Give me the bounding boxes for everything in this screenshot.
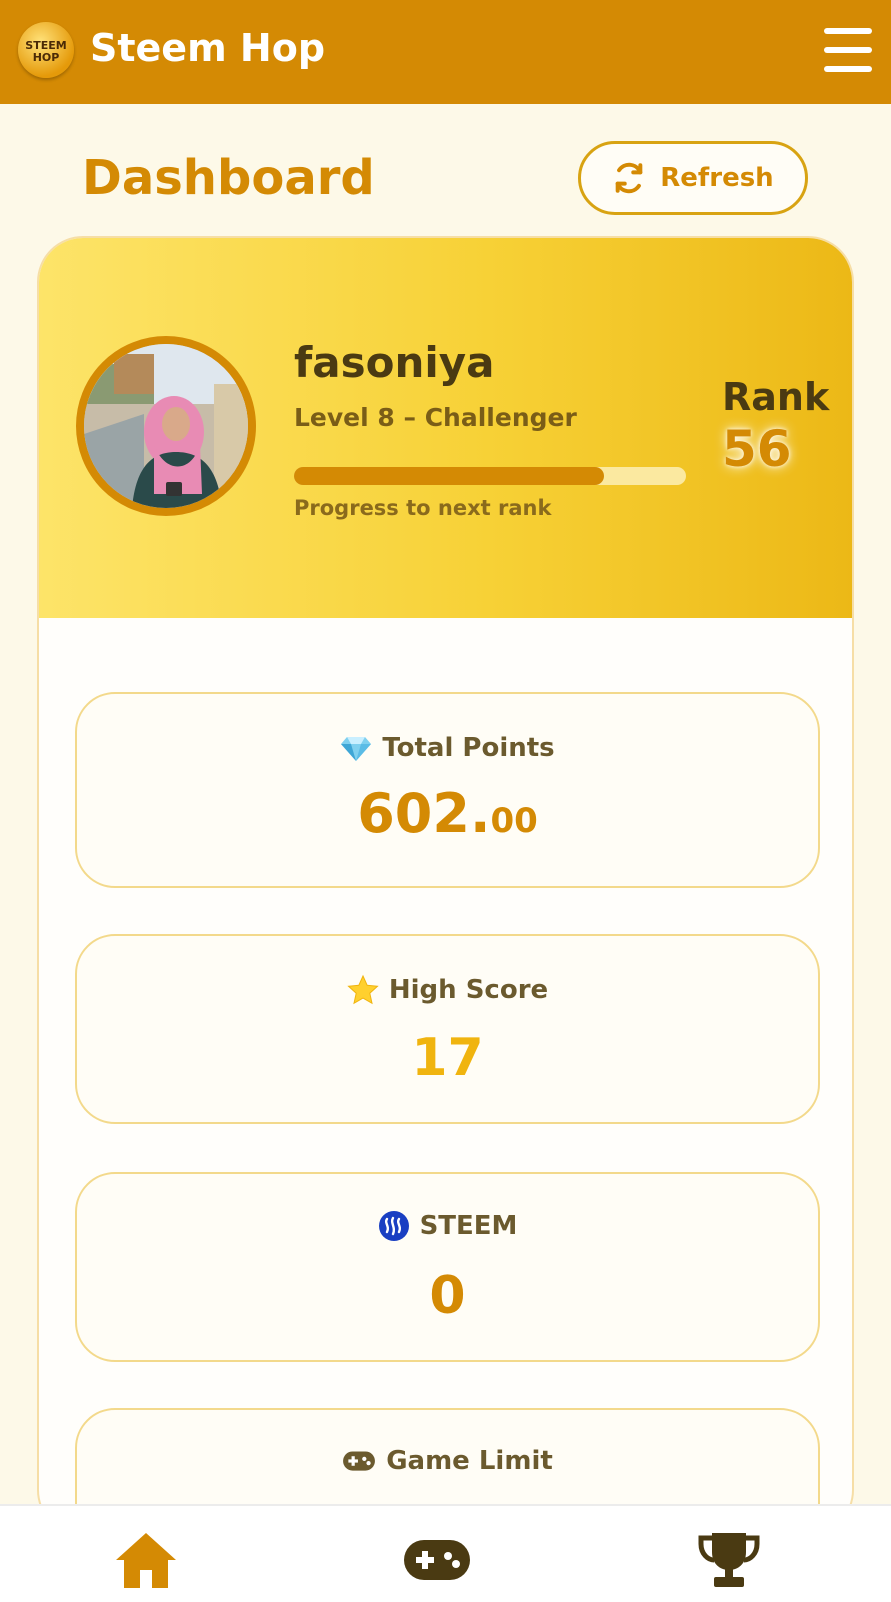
steem-header: STEEM [77,1210,818,1242]
high-score-card: High Score 17 [75,934,820,1124]
total-points-value: 602.00 [77,782,818,845]
diamond-icon [341,737,372,761]
trophy-icon [698,1533,760,1587]
page-title: Dashboard [82,150,375,206]
rank-value: 56 [722,420,792,478]
refresh-label: Refresh [660,163,774,193]
app-logo[interactable]: STEEM HOP [18,22,74,78]
game-limit-label: Game Limit [386,1446,553,1476]
high-score-header: High Score [77,974,818,1006]
dashboard-card: fasoniya Level 8 – Challenger Progress t… [37,236,854,1536]
steem-logo-icon [378,1211,409,1241]
username: fasoniya [294,338,495,387]
steem-card: STEEM 0 [75,1172,820,1362]
total-points-card: Total Points 602.00 [75,692,820,888]
gamepad-icon [343,1451,376,1471]
total-points-label: Total Points [382,733,555,763]
nav-games[interactable] [402,1530,472,1590]
progress-label: Progress to next rank [294,496,552,520]
total-points-decimals: 00 [490,801,538,841]
total-points-header: Total Points [77,732,818,764]
app-title[interactable]: Steem Hop [90,26,325,70]
star-icon [347,974,379,1005]
avatar[interactable] [76,336,256,516]
rank-progress-fill [294,467,604,485]
refresh-button[interactable]: Refresh [578,141,808,215]
gamepad-icon [404,1540,470,1580]
home-icon [116,1533,176,1588]
refresh-icon [615,162,643,194]
hamburger-icon[interactable] [824,28,872,72]
logo-text-line2: HOP [32,51,60,64]
avatar-photo [84,344,248,508]
nav-leaderboard[interactable] [698,1530,760,1590]
game-limit-header: Game Limit [77,1446,818,1476]
rank-label: Rank [722,375,830,419]
profile-section: fasoniya Level 8 – Challenger Progress t… [39,238,852,618]
level-text: Level 8 – Challenger [294,403,577,432]
rank-progress-bar [294,467,686,485]
hamburger-line [824,47,872,53]
hamburger-line [824,28,872,34]
total-points-integer: 602. [357,782,491,845]
top-app-bar: STEEM HOP Steem Hop [0,0,891,104]
steem-label: STEEM [419,1211,518,1241]
high-score-value: 17 [411,1028,484,1088]
high-score-label: High Score [388,975,549,1005]
nav-home[interactable] [114,1530,178,1590]
steem-value: 0 [429,1266,466,1326]
bottom-navigation [0,1504,891,1602]
hamburger-line [824,66,872,72]
